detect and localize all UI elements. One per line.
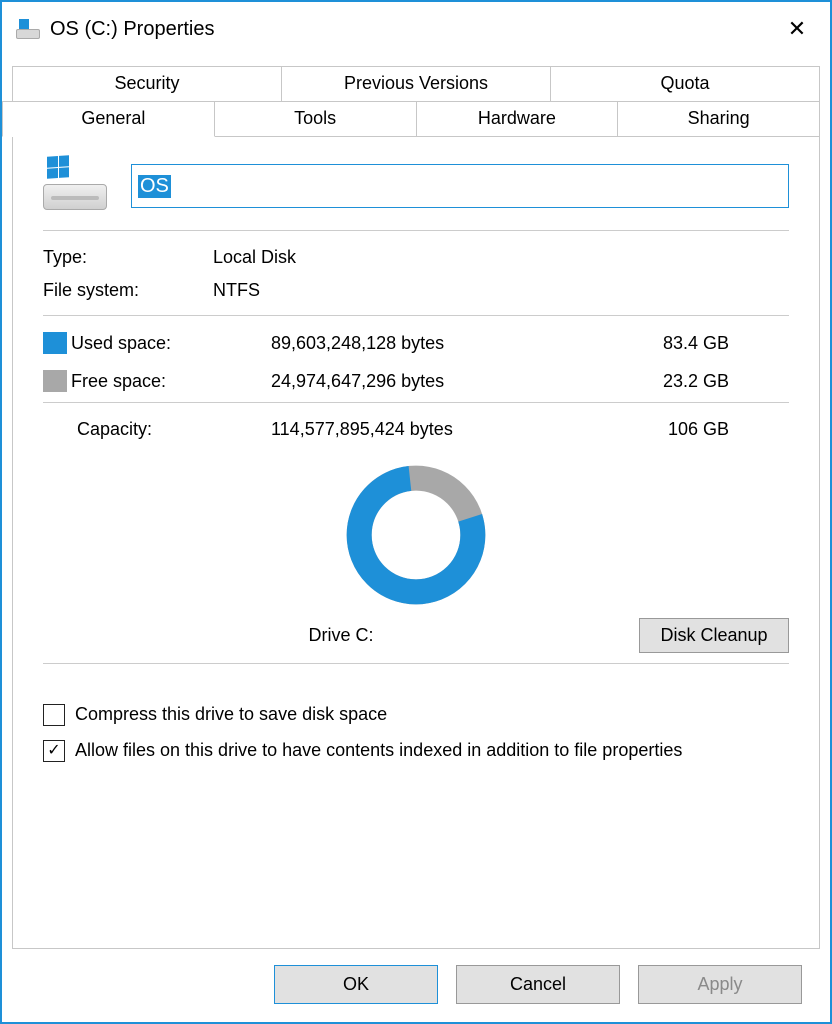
general-panel: OS Type: Local Disk File system: NTFS Us… <box>12 136 820 949</box>
used-swatch <box>43 332 67 354</box>
tab-tools[interactable]: Tools <box>215 101 417 137</box>
type-value: Local Disk <box>213 247 789 268</box>
filesystem-value: NTFS <box>213 280 789 301</box>
free-gb: 23.2 GB <box>521 371 789 392</box>
drive-name-input[interactable]: OS <box>131 164 789 208</box>
tab-quota[interactable]: Quota <box>551 66 820 101</box>
tab-general[interactable]: General <box>2 101 215 137</box>
drive-name-value: OS <box>138 175 171 198</box>
tab-previous-versions[interactable]: Previous Versions <box>282 66 551 101</box>
capacity-gb: 106 GB <box>521 419 789 440</box>
filesystem-label: File system: <box>43 280 213 301</box>
free-swatch <box>43 370 67 392</box>
capacity-bytes: 114,577,895,424 bytes <box>271 419 521 440</box>
client-area: Security Previous Versions Quota General… <box>2 56 830 1022</box>
compress-checkbox[interactable] <box>43 704 65 726</box>
tab-sharing[interactable]: Sharing <box>618 101 820 137</box>
used-bytes: 89,603,248,128 bytes <box>271 333 521 354</box>
free-bytes: 24,974,647,296 bytes <box>271 371 521 392</box>
window-title: OS (C:) Properties <box>50 18 214 41</box>
drive-large-icon <box>43 162 107 210</box>
drive-label: Drive C: <box>43 625 639 646</box>
type-label: Type: <box>43 247 213 268</box>
titlebar: OS (C:) Properties ✕ <box>2 2 830 56</box>
close-icon[interactable]: ✕ <box>772 9 822 49</box>
tab-security[interactable]: Security <box>12 66 282 101</box>
apply-button[interactable]: Apply <box>638 965 802 1004</box>
used-label: Used space: <box>71 333 271 354</box>
cancel-button[interactable]: Cancel <box>456 965 620 1004</box>
tab-strip: Security Previous Versions Quota General… <box>12 66 820 137</box>
divider <box>43 230 789 231</box>
usage-donut-chart <box>341 460 491 610</box>
capacity-label: Capacity: <box>43 419 271 440</box>
disk-cleanup-button[interactable]: Disk Cleanup <box>639 618 789 653</box>
properties-dialog: OS (C:) Properties ✕ Security Previous V… <box>0 0 832 1024</box>
compress-label: Compress this drive to save disk space <box>75 704 387 725</box>
index-label: Allow files on this drive to have conten… <box>75 740 682 761</box>
divider <box>43 663 789 664</box>
dialog-footer: OK Cancel Apply <box>12 949 820 1022</box>
index-checkbox[interactable] <box>43 740 65 762</box>
divider <box>43 315 789 316</box>
divider <box>43 402 789 403</box>
free-label: Free space: <box>71 371 271 392</box>
used-gb: 83.4 GB <box>521 333 789 354</box>
tab-hardware[interactable]: Hardware <box>417 101 619 137</box>
ok-button[interactable]: OK <box>274 965 438 1004</box>
drive-icon <box>16 17 40 41</box>
